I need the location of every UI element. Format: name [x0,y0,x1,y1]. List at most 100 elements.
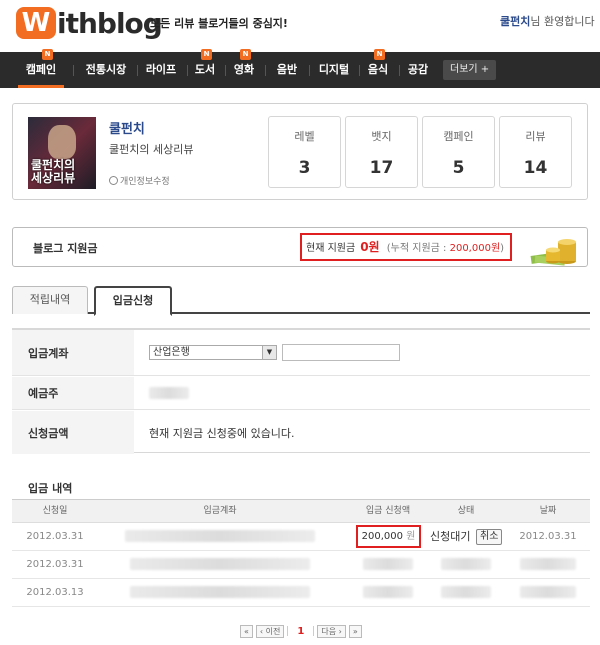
tab-deposit-request[interactable]: 입금신청 [94,286,172,316]
table-row: 2012.03.31 2012.03.31 [12,523,590,551]
request-label: 신청금액 [12,411,134,454]
done-date-cell: 2012.03.31 [519,531,577,542]
nav-divider [225,65,226,76]
done-date-cell [506,579,590,606]
table-header: 신청일 입금계좌 입금 신청액 상태 날짜 [12,499,590,523]
nav-item-empathy[interactable]: 공감 [406,52,430,88]
nav-divider [399,65,400,76]
chevron-down-icon: ▼ [262,346,276,359]
withblog-logo[interactable]: W ithblog [16,5,163,41]
requested-amount-value: 200,000 [361,531,403,542]
nav-item-label: 영화 [233,63,255,76]
nav-item-movies[interactable]: 영화 N [232,49,256,88]
nav-item-label: 디지털 [318,63,350,76]
fund-label: 블로그 지원금 [33,242,98,255]
redacted-date [520,586,576,598]
redacted-date [520,558,576,570]
table-row: 2012.03.13 [12,579,590,607]
column-header: 날짜 [539,506,557,516]
account-number-input[interactable] [282,344,400,361]
column-header: 신청일 [42,506,68,516]
stat-campaigns[interactable]: 캠페인 5 [422,116,495,188]
nav-item-label: 음식 [367,63,389,76]
last-page-button[interactable]: » [348,624,362,638]
nav-item-campaign[interactable]: 캠페인 N [18,49,64,88]
welcome-message: 쿨펀치님 환영합니다 [500,13,595,29]
site-header: W ithblog 모든 리뷰 블로거들의 중심지! 쿨펀치님 환영합니다 [0,0,600,50]
stat-value: 5 [452,158,465,178]
nav-item-books[interactable]: 도서 N [193,49,217,88]
welcome-suffix: 님 환영합니다 [530,15,595,28]
nav-divider [309,65,310,76]
account-cell [98,523,342,550]
nav-item-label: 도서 [194,63,216,76]
blog-name[interactable]: 쿨펀치 [109,118,145,137]
account-label: 입금계좌 [12,330,134,375]
nav-item-food[interactable]: 음식 N [366,49,390,88]
nav-more-button[interactable]: 더보기 + [443,60,497,80]
new-badge-icon: N [374,49,385,60]
amount-cell [350,579,426,606]
redacted-status [441,586,491,598]
gear-icon [109,176,118,185]
nav-item-digital[interactable]: 디지털 [317,52,351,88]
prev-page-button[interactable]: ‹ 이전 [255,624,285,638]
fund-current-summary: 현재 지원금 0원 (누적 지원금 : 200,000원) [300,233,512,261]
nav-item-life[interactable]: 라이프 [143,52,179,88]
site-tagline: 모든 리뷰 블로거들의 중심지! [150,17,288,30]
logo-mark: W [16,7,56,39]
request-date-cell: 2012.03.31 [26,559,84,570]
welcome-username[interactable]: 쿨펀치 [500,15,530,28]
avatar-caption: 쿨펀치의 세상리뷰 [31,159,75,185]
nav-divider [73,65,74,76]
status-cell [426,551,506,578]
bank-select-value: 산업은행 [153,347,190,358]
table-row: 2012.03.31 [12,551,590,579]
redacted-account [125,530,315,542]
blog-fund-box: 블로그 지원금 현재 지원금 0원 (누적 지원금 : 200,000원) [12,227,588,267]
request-date-cell: 2012.03.13 [26,587,84,598]
fund-cumulative-value: 200,000원 [449,243,501,254]
fund-current-label: 현재 지원금 [306,243,356,254]
stat-label: 리뷰 [525,130,546,143]
stat-badges[interactable]: 뱃지 17 [345,116,418,188]
bank-select[interactable]: 산업은행 ▼ [149,345,277,360]
blog-avatar[interactable]: 쿨펀치의 세상리뷰 [28,117,96,189]
new-badge-icon: N [42,49,53,60]
next-page-button[interactable]: 다음 › [317,624,346,638]
status-cell [426,579,506,606]
profile-box: 쿨펀치의 세상리뷰 쿨펀치 쿨펀치의 세상리뷰 개인정보수정 레벨 3 뱃지 1… [12,103,588,200]
fund-cumulative-prefix: (누적 지원금 : [386,243,447,254]
nav-item-label: 공감 [407,63,429,76]
holder-label: 예금주 [12,377,134,409]
requested-amount-highlight: 200,000 원 [356,525,421,548]
stat-label: 레벨 [294,130,315,143]
blog-description: 쿨펀치의 세상리뷰 [109,143,194,156]
done-date-cell [506,551,590,578]
page-number-current[interactable]: 1 [291,626,310,637]
nav-item-label: 음반 [276,63,298,76]
new-badge-icon: N [240,49,251,60]
fund-tabs: 적립내역 입금신청 [12,284,590,316]
cancel-request-button[interactable]: 취소 [476,529,503,545]
request-message: 현재 지원금 신청중에 있습니다. [149,426,295,440]
stat-level[interactable]: 레벨 3 [268,116,341,188]
tab-earn-history[interactable]: 적립내역 [12,286,88,314]
edit-profile-label: 개인정보수정 [120,177,170,187]
edit-profile-link[interactable]: 개인정보수정 [109,174,170,187]
avatar-caption-line-2: 세상리뷰 [31,171,76,185]
nav-divider [187,65,188,76]
stat-reviews[interactable]: 리뷰 14 [499,116,572,188]
nav-item-market[interactable]: 전통시장 [80,52,132,88]
column-header: 입금 신청액 [365,506,411,516]
nav-item-label: 라이프 [145,63,177,76]
first-page-button[interactable]: « [240,624,253,638]
redacted-account [130,586,310,598]
pagination: « ‹ 이전 1 다음 › » [240,624,362,638]
nav-item-music[interactable]: 음반 [275,52,299,88]
request-date-cell: 2012.03.31 [26,531,84,542]
stat-value: 14 [523,158,548,178]
fund-current-amount: 0원 [360,240,380,254]
nav-divider [137,65,138,76]
amount-cell [350,551,426,578]
